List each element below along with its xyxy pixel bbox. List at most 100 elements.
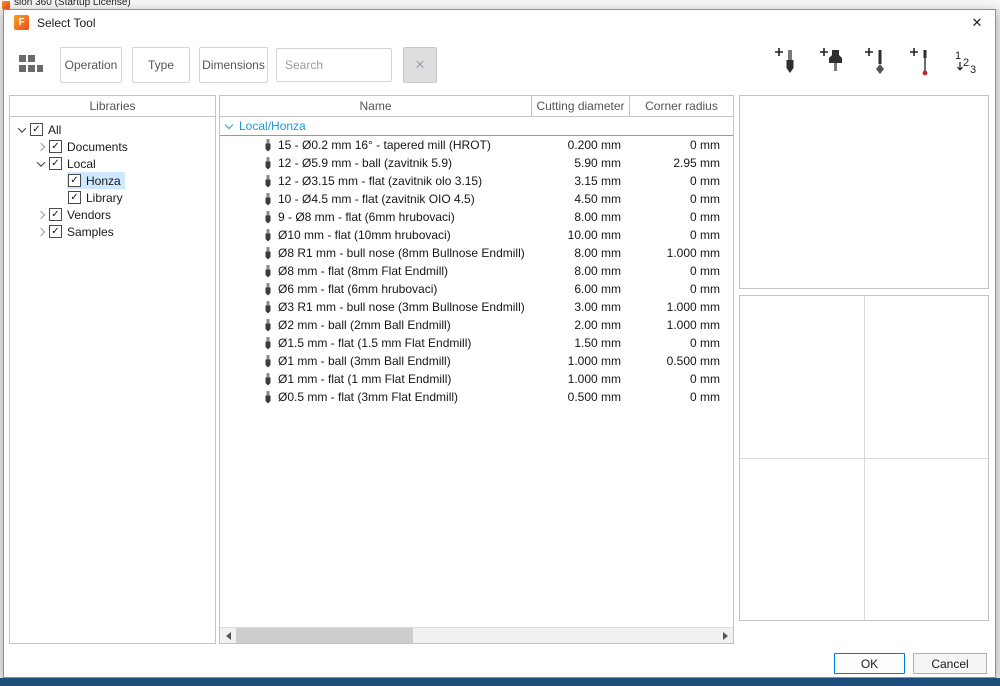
cell-name: Ø3 R1 mm - bull nose (3mm Bullnose Endmi… — [278, 300, 525, 314]
tool-row[interactable]: Ø1.5 mm - flat (1.5 mm Flat Endmill) 1.5… — [220, 334, 733, 352]
cancel-button[interactable]: Cancel — [913, 653, 987, 674]
close-button[interactable]: ✕ — [967, 13, 987, 33]
cell-corner-radius: 0 mm — [629, 336, 733, 350]
cell-cutting-diameter: 2.00 mm — [531, 318, 629, 332]
tool-icon — [264, 265, 272, 278]
tool-row[interactable]: Ø0.5 mm - flat (3mm Flat Endmill) 0.500 … — [220, 388, 733, 406]
tool-row[interactable]: Ø3 R1 mm - bull nose (3mm Bullnose Endmi… — [220, 298, 733, 316]
cell-name: Ø2 mm - ball (2mm Ball Endmill) — [278, 318, 451, 332]
tree-item-local[interactable]: ✓ Local — [10, 155, 215, 172]
tool-info-pane — [739, 295, 989, 621]
tool-row[interactable]: 9 - Ø8 mm - flat (6mm hrubovaci) 8.00 mm… — [220, 208, 733, 226]
cell-corner-radius: 0 mm — [629, 192, 733, 206]
search-input[interactable] — [276, 48, 392, 82]
group-label: Local/Honza — [239, 119, 306, 133]
cell-corner-radius: 0 mm — [629, 264, 733, 278]
cell-corner-radius: 1.000 mm — [629, 300, 733, 314]
group-collapse-chevron-icon[interactable] — [225, 120, 233, 128]
fusion-logo-icon: F — [14, 15, 29, 30]
tree-expander-icon[interactable] — [36, 142, 44, 150]
group-row-local-honza[interactable]: Local/Honza — [220, 117, 733, 136]
tool-row[interactable]: Ø8 R1 mm - bull nose (8mm Bullnose Endmi… — [220, 244, 733, 262]
ok-button[interactable]: OK — [834, 653, 905, 674]
tree-item-documents[interactable]: ✓ Documents — [10, 138, 215, 155]
tool-icon — [264, 355, 272, 368]
parent-window-titlebar: sion 360 (Startup License) — [0, 0, 1000, 9]
table-header: Name Cutting diameter Corner radius — [220, 96, 733, 117]
scrollbar-thumb[interactable] — [236, 628, 413, 643]
tool-row[interactable]: Ø10 mm - flat (10mm hrubovaci) 10.00 mm … — [220, 226, 733, 244]
tool-icon — [264, 283, 272, 296]
column-header-corner-radius[interactable]: Corner radius — [629, 96, 733, 116]
scroll-left-arrow-icon[interactable] — [220, 628, 236, 643]
tree-item-label: Vendors — [67, 208, 111, 222]
tree-expander-icon[interactable] — [17, 124, 25, 132]
column-header-name[interactable]: Name — [220, 96, 531, 116]
parent-window-title: sion 360 (Startup License) — [14, 0, 131, 8]
clear-search-button[interactable]: ✕ — [403, 47, 437, 83]
tool-icon — [264, 229, 272, 242]
tree-item-vendors[interactable]: ✓ Vendors — [10, 206, 215, 223]
tool-row[interactable]: 15 - Ø0.2 mm 16° - tapered mill (HROT) 0… — [220, 136, 733, 154]
checkbox-icon[interactable]: ✓ — [49, 208, 62, 221]
toolbar: Operation Type Dimensions ✕ — [4, 36, 995, 94]
cell-corner-radius: 0 mm — [629, 372, 733, 386]
tool-rows: 15 - Ø0.2 mm 16° - tapered mill (HROT) 0… — [220, 136, 733, 406]
add-probe-button[interactable] — [906, 44, 936, 84]
tool-row[interactable]: Ø1 mm - flat (1 mm Flat Endmill) 1.000 m… — [220, 370, 733, 388]
cell-corner-radius: 0 mm — [629, 138, 733, 152]
operation-filter-button[interactable]: Operation — [60, 47, 122, 83]
cell-corner-radius: 0 mm — [629, 390, 733, 404]
tool-icon — [264, 175, 272, 188]
library-view-toggle-icon[interactable] — [18, 53, 44, 75]
libraries-panel: Libraries ✓ All ✓ Documents ✓ Local ✓ Ho… — [9, 95, 216, 644]
cell-cutting-diameter: 5.90 mm — [531, 156, 629, 170]
add-holder-button[interactable] — [816, 44, 846, 84]
tool-row[interactable]: Ø2 mm - ball (2mm Ball Endmill) 2.00 mm … — [220, 316, 733, 334]
tree-expander-icon[interactable] — [36, 158, 44, 166]
tool-row[interactable]: 12 - Ø3.15 mm - flat (zavitnik olo 3.15)… — [220, 172, 733, 190]
add-mill-tool-button[interactable] — [771, 44, 801, 84]
new-tool-buttons: 1 2 3 — [771, 44, 981, 84]
cell-name: 15 - Ø0.2 mm 16° - tapered mill (HROT) — [278, 138, 491, 152]
horizontal-scrollbar[interactable] — [220, 627, 733, 643]
checkbox-icon[interactable]: ✓ — [68, 174, 81, 187]
renumber-tools-button[interactable]: 1 2 3 — [951, 44, 981, 84]
cell-cutting-diameter: 10.00 mm — [531, 228, 629, 242]
tool-row[interactable]: 10 - Ø4.5 mm - flat (zavitnik OIO 4.5) 4… — [220, 190, 733, 208]
scroll-right-arrow-icon[interactable] — [717, 628, 733, 643]
tool-row[interactable]: Ø8 mm - flat (8mm Flat Endmill) 8.00 mm … — [220, 262, 733, 280]
libraries-header: Libraries — [10, 96, 215, 117]
type-filter-button[interactable]: Type — [132, 47, 190, 83]
column-header-cutting-diameter[interactable]: Cutting diameter — [531, 96, 629, 116]
cell-corner-radius: 0 mm — [629, 210, 733, 224]
cell-corner-radius: 0 mm — [629, 174, 733, 188]
checkbox-icon[interactable]: ✓ — [49, 140, 62, 153]
tool-icon — [264, 193, 272, 206]
cell-name: 12 - Ø3.15 mm - flat (zavitnik olo 3.15) — [278, 174, 482, 188]
checkbox-icon[interactable]: ✓ — [49, 225, 62, 238]
dimensions-filter-button[interactable]: Dimensions — [199, 47, 268, 83]
tool-row[interactable]: 12 - Ø5.9 mm - ball (zavitnik 5.9) 5.90 … — [220, 154, 733, 172]
renumber-digit-2: 2 — [963, 57, 969, 69]
tool-row[interactable]: Ø1 mm - ball (3mm Ball Endmill) 1.000 mm… — [220, 352, 733, 370]
table-body: Local/Honza 15 - Ø0.2 mm 16° - tapered m… — [220, 117, 733, 627]
tree-item-honza[interactable]: ✓ Honza — [10, 172, 215, 189]
cell-corner-radius: 0 mm — [629, 228, 733, 242]
tree-item-library[interactable]: ✓ Library — [10, 189, 215, 206]
add-turning-tool-button[interactable] — [861, 44, 891, 84]
tool-row[interactable]: Ø6 mm - flat (6mm hrubovaci) 6.00 mm 0 m… — [220, 280, 733, 298]
tree-expander-icon[interactable] — [36, 210, 44, 218]
tool-icon — [264, 337, 272, 350]
cell-cutting-diameter: 8.00 mm — [531, 246, 629, 260]
tree-item-samples[interactable]: ✓ Samples — [10, 223, 215, 240]
checkbox-icon[interactable]: ✓ — [68, 191, 81, 204]
cell-corner-radius: 0.500 mm — [629, 354, 733, 368]
checkbox-icon[interactable]: ✓ — [49, 157, 62, 170]
checkbox-icon[interactable]: ✓ — [30, 123, 43, 136]
cell-name: Ø10 mm - flat (10mm hrubovaci) — [278, 228, 451, 242]
tree-expander-icon[interactable] — [36, 227, 44, 235]
screen: sion 360 (Startup License) F Select Tool… — [0, 0, 1000, 686]
tree-item-all[interactable]: ✓ All — [10, 121, 215, 138]
tool-icon — [264, 211, 272, 224]
